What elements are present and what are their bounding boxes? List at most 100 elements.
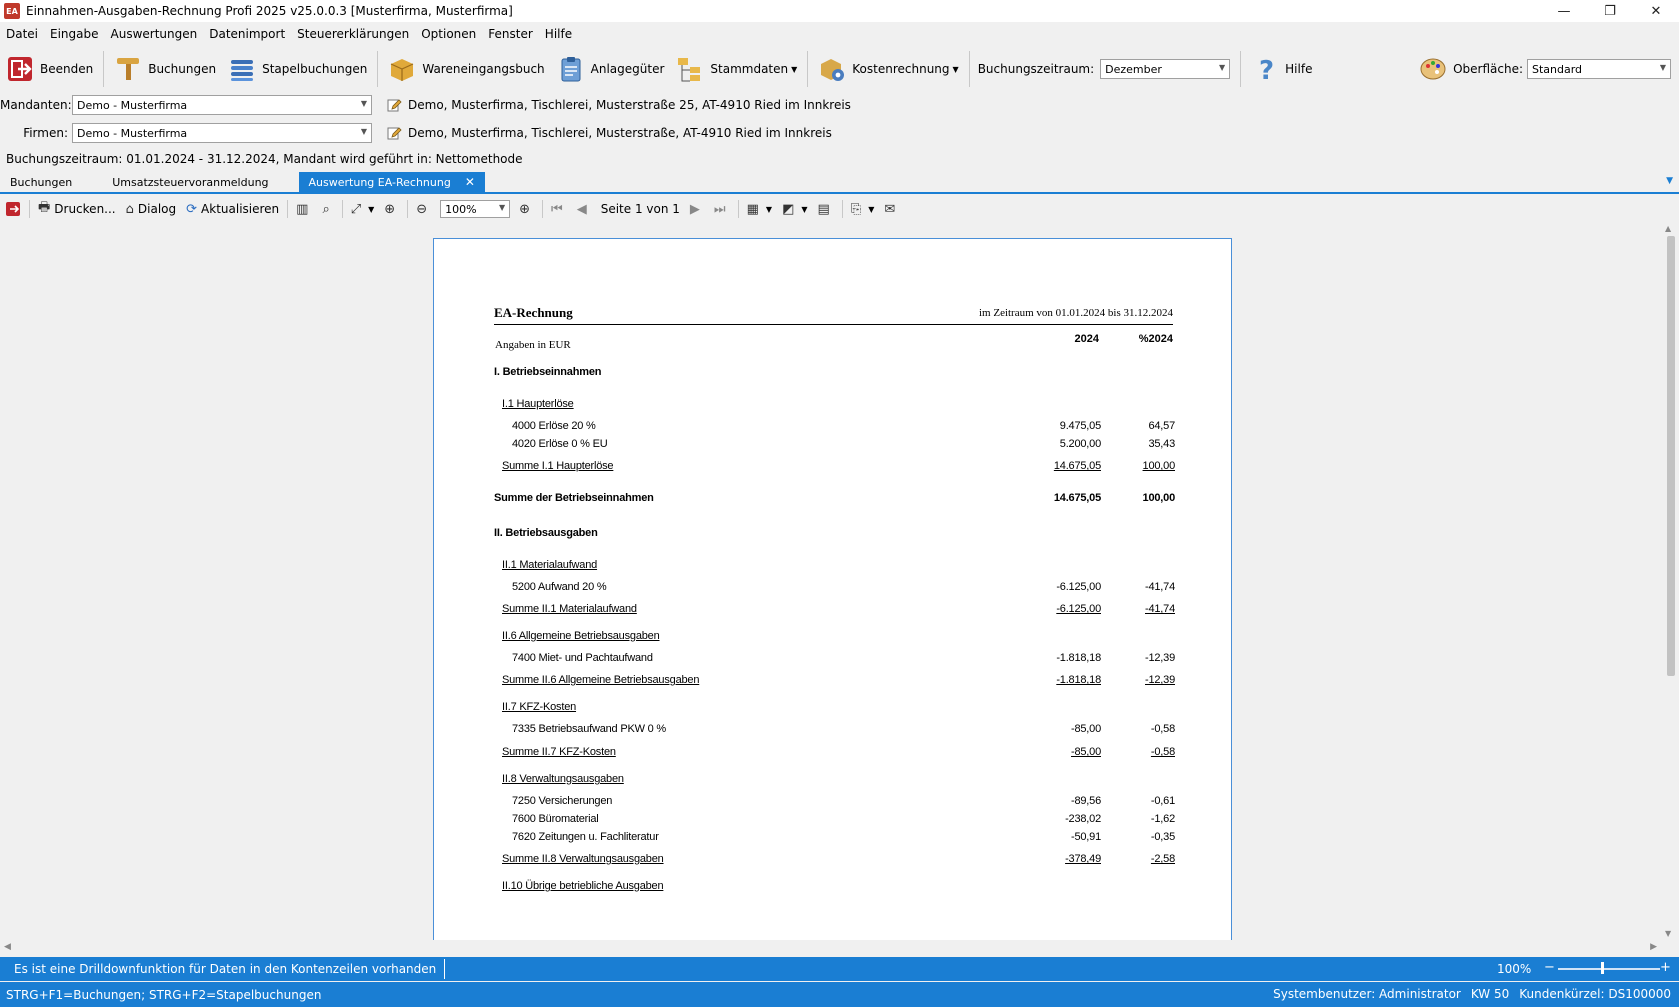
report-title: EA-Rechnung — [494, 305, 573, 320]
chevron-down-icon: ▼ — [1659, 63, 1666, 72]
svg-text:?: ? — [1259, 56, 1274, 83]
page-layout-button[interactable]: ▦ ▼ — [742, 198, 777, 220]
report-line-label: II.1 Materialaufwand — [502, 559, 598, 571]
menu-steuererklaerungen[interactable]: Steuererklärungen — [291, 27, 415, 41]
buchungszeitraum-select[interactable]: Dezember ▼ — [1100, 59, 1231, 79]
report-line-percent: -12,39 — [1145, 652, 1175, 664]
window-title: Einnahmen-Ausgaben-Rechnung Profi 2025 v… — [26, 4, 513, 18]
wareneingangsbuch-button[interactable]: Wareneingangsbuch — [382, 49, 550, 89]
calendar-week: KW 50 — [1470, 987, 1510, 1001]
stapelbuchungen-label: Stapelbuchungen — [262, 62, 368, 76]
stapelbuchungen-button[interactable]: Stapelbuchungen — [222, 49, 373, 89]
report-line[interactable]: 7335 Betriebsaufwand PKW 0 % -85,00 -0,58 — [434, 723, 1231, 739]
home-icon: ⌂ — [125, 201, 134, 217]
close-report-button[interactable] — [0, 198, 26, 220]
column-header-percent: %2024 — [1138, 333, 1173, 345]
report-line[interactable]: 4000 Erlöse 20 % 9.475,05 64,57 — [434, 420, 1231, 436]
zoom-select[interactable]: 100% ▼ — [440, 200, 511, 218]
first-page-button[interactable]: ⏮ — [546, 198, 572, 220]
edit-icon[interactable] — [386, 97, 402, 113]
kostenrechnung-button[interactable]: Kostenrechnung ▼ — [812, 49, 964, 89]
menu-eingabe[interactable]: Eingabe — [44, 27, 105, 41]
buchungen-button[interactable]: Buchungen — [108, 49, 222, 89]
info-bar-right: Systembenutzer: Administrator KW 50 Kund… — [1273, 987, 1671, 1001]
mandanten-select[interactable]: Demo - Musterfirma ▼ — [72, 95, 372, 115]
scrollbar-thumb[interactable] — [1667, 236, 1675, 676]
report-line[interactable]: 7400 Miet- und Pachtaufwand -1.818,18 -12,… — [434, 652, 1231, 668]
period-info-row: Buchungszeitraum: 01.01.2024 - 31.12.202… — [0, 147, 1679, 171]
background-button[interactable]: ◩ ▼ — [777, 198, 812, 220]
oberflaeche-select[interactable]: Standard ▼ — [1527, 59, 1671, 79]
page-indicator: Seite 1 von 1 — [596, 198, 685, 220]
zoom-slider[interactable] — [1558, 968, 1660, 970]
prev-page-button[interactable]: ◀ — [572, 198, 596, 220]
watermark-button[interactable]: ▤ — [813, 198, 839, 220]
export-button[interactable]: ⎘ ▼ — [846, 198, 880, 220]
stammdaten-button[interactable]: Stammdaten ▼ — [670, 49, 803, 89]
beenden-button[interactable]: Beenden — [0, 49, 99, 89]
hilfe-button[interactable]: ? Hilfe — [1245, 49, 1318, 89]
tab-buchungen[interactable]: Buchungen — [0, 172, 82, 192]
fit-page-button[interactable]: ⤢ ▼ — [346, 198, 380, 220]
email-button[interactable]: ✉ — [879, 198, 904, 220]
firmen-select[interactable]: Demo - Musterfirma ▼ — [72, 123, 372, 143]
toolbar-separator — [407, 200, 409, 218]
report-line[interactable]: 5200 Aufwand 20 % -6.125,00 -41,74 — [434, 581, 1231, 597]
search-button[interactable]: ⌕ — [317, 198, 338, 220]
zoom-slider-handle[interactable] — [1601, 962, 1604, 974]
refresh-button[interactable]: ⟳ Aktualisieren — [181, 198, 284, 220]
scroll-down-icon[interactable]: ▼ — [1665, 929, 1671, 938]
refresh-icon: ⟳ — [186, 201, 198, 217]
scroll-right-icon[interactable]: ▶ — [1650, 942, 1657, 952]
mandanten-value: Demo - Musterfirma — [77, 98, 188, 112]
toolbar-separator — [1240, 51, 1242, 87]
report-line[interactable]: 7250 Versicherungen -89,56 -0,61 — [434, 795, 1231, 811]
report-line-value: -238,02 — [1065, 813, 1101, 825]
chevron-down-icon[interactable]: ▼ — [1666, 176, 1673, 186]
close-tab-icon[interactable]: ✕ — [465, 175, 475, 189]
report-line-label: II.10 Übrige betriebliche Ausgaben — [502, 880, 664, 892]
report-line-value: 9.475,05 — [1059, 420, 1101, 432]
scroll-left-icon[interactable]: ◀ — [4, 942, 11, 952]
zoom-in-small-button[interactable]: ⊕ — [379, 198, 404, 220]
menu-datenimport[interactable]: Datenimport — [203, 27, 291, 41]
hilfe-label: Hilfe — [1285, 62, 1313, 76]
vertical-scrollbar[interactable]: ▲ ▼ — [1662, 222, 1679, 940]
report-viewer: EA-Rechnung im Zeitraum von 01.01.2024 b… — [0, 222, 1679, 956]
menu-fenster[interactable]: Fenster — [482, 27, 539, 41]
print-button[interactable]: 🖶 Drucken... — [33, 198, 121, 220]
next-page-button[interactable]: ▶ — [685, 198, 709, 220]
shortcut-hint: STRG+F1=Buchungen; STRG+F2=Stapelbuchung… — [6, 987, 322, 1002]
chevron-down-icon: ▼ — [1219, 63, 1226, 72]
binoculars-icon: ⌕ — [322, 201, 330, 217]
last-page-button[interactable]: ⏭ — [709, 198, 735, 220]
restore-button[interactable]: ❐ — [1587, 0, 1633, 22]
edit-icon[interactable] — [386, 125, 402, 141]
report-line[interactable]: 4020 Erlöse 0 % EU 5.200,00 35,43 — [434, 438, 1231, 454]
tab-umsatzsteuervoranmeldung[interactable]: Umsatzsteuervoranmeldung — [102, 172, 278, 192]
report-line[interactable]: 7600 Büromaterial -238,02 -1,62 — [434, 813, 1231, 829]
tab-auswertung-ea-rechnung[interactable]: Auswertung EA-Rechnung ✕ — [298, 172, 485, 192]
buchungen-label: Buchungen — [148, 62, 217, 76]
anlagegueter-button[interactable]: Anlagegüter — [551, 49, 671, 89]
scroll-up-icon[interactable]: ▲ — [1665, 224, 1671, 233]
report-line: Summe II.8 Verwaltungsausgaben -378,49 -2,… — [434, 853, 1231, 869]
minimize-button[interactable]: — — [1541, 0, 1587, 22]
menu-datei[interactable]: Datei — [0, 27, 44, 41]
horizontal-scrollbar[interactable]: ◀ ▶ — [0, 940, 1679, 956]
close-button[interactable]: ✕ — [1633, 0, 1679, 22]
report-line-label: 7250 Versicherungen — [512, 795, 613, 807]
toggle-sidebar-button[interactable]: ▥ — [291, 198, 317, 220]
report-line-percent: -0,61 — [1150, 795, 1175, 807]
chevron-down-icon: ▼ — [368, 204, 375, 214]
zoom-out-icon[interactable]: − — [1544, 960, 1555, 975]
kostenrechnung-label: Kostenrechnung — [852, 62, 950, 76]
dialog-button[interactable]: ⌂ Dialog — [121, 198, 182, 220]
zoom-out-button[interactable]: ⊖ — [411, 198, 436, 220]
report-line[interactable]: 7620 Zeitungen u. Fachliteratur -50,91 -0,… — [434, 831, 1231, 847]
zoom-in-button[interactable]: ⊕ — [514, 198, 539, 220]
menu-auswertungen[interactable]: Auswertungen — [105, 27, 204, 41]
menu-optionen[interactable]: Optionen — [415, 27, 482, 41]
menu-hilfe[interactable]: Hilfe — [539, 27, 578, 41]
zoom-in-icon[interactable]: + — [1660, 960, 1671, 975]
